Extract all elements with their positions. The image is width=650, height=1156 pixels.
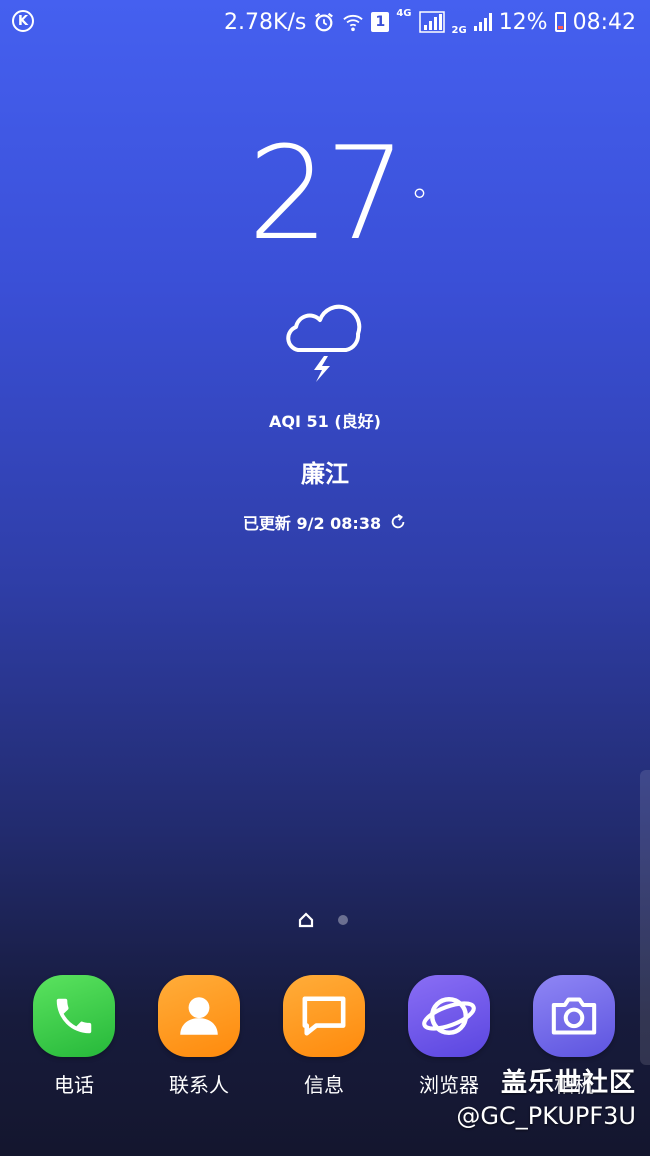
battery-icon	[554, 12, 566, 32]
weather-widget[interactable]: 27 °	[0, 125, 650, 265]
battery-percent: 12%	[498, 9, 548, 35]
app-messages[interactable]: 信息	[269, 975, 379, 1098]
temperature: 27 °	[248, 125, 429, 265]
network-speed: 2.78K/s	[224, 9, 307, 35]
updated-time: 已更新 9/2 08:38	[242, 514, 382, 533]
sim-icon: 1	[371, 12, 390, 32]
wifi-icon	[343, 14, 364, 32]
status-icons: 2.78K/s 1 4G 2G 12% 08:42	[224, 6, 636, 38]
network-4g-label: 4G	[396, 8, 412, 19]
app-label: 电话	[54, 1073, 94, 1097]
k-app-icon: K	[12, 10, 34, 32]
thunderstorm-icon	[286, 304, 362, 382]
watermark-brand: 盖乐世社区	[500, 1068, 636, 1098]
app-phone[interactable]: 电话	[19, 975, 129, 1098]
network-2g-label: 2G	[451, 25, 467, 36]
app-label: 浏览器	[419, 1073, 479, 1097]
refresh-icon[interactable]	[389, 513, 407, 531]
browser-icon	[408, 975, 490, 1057]
app-label: 信息	[304, 1073, 344, 1097]
page-indicator	[0, 910, 650, 930]
clock: 08:42	[572, 9, 636, 35]
app-label: 联系人	[169, 1073, 229, 1097]
messages-icon	[283, 975, 365, 1057]
status-bar: K 2.78K/s 1 4G 2G 12% 08:42	[0, 0, 650, 44]
app-browser[interactable]: 浏览器	[394, 975, 504, 1098]
updated-row[interactable]: 已更新 9/2 08:38	[0, 510, 650, 534]
alarm-icon	[315, 12, 334, 32]
temperature-unit: °	[410, 182, 428, 223]
phone-icon	[33, 975, 115, 1057]
camera-icon	[533, 975, 615, 1057]
signal-2g-icon	[473, 13, 492, 31]
page-dot[interactable]	[338, 915, 348, 925]
watermark-handle: @GC_PKUPF3U	[456, 1102, 636, 1130]
app-contacts[interactable]: 联系人	[144, 975, 254, 1098]
aqi-label: AQI 51 (良好)	[269, 412, 381, 431]
home-page-icon[interactable]	[298, 912, 314, 928]
city-name: 廉江	[301, 460, 349, 488]
contacts-icon	[158, 975, 240, 1057]
temperature-value: 27	[247, 120, 407, 269]
signal-icon	[418, 11, 445, 33]
